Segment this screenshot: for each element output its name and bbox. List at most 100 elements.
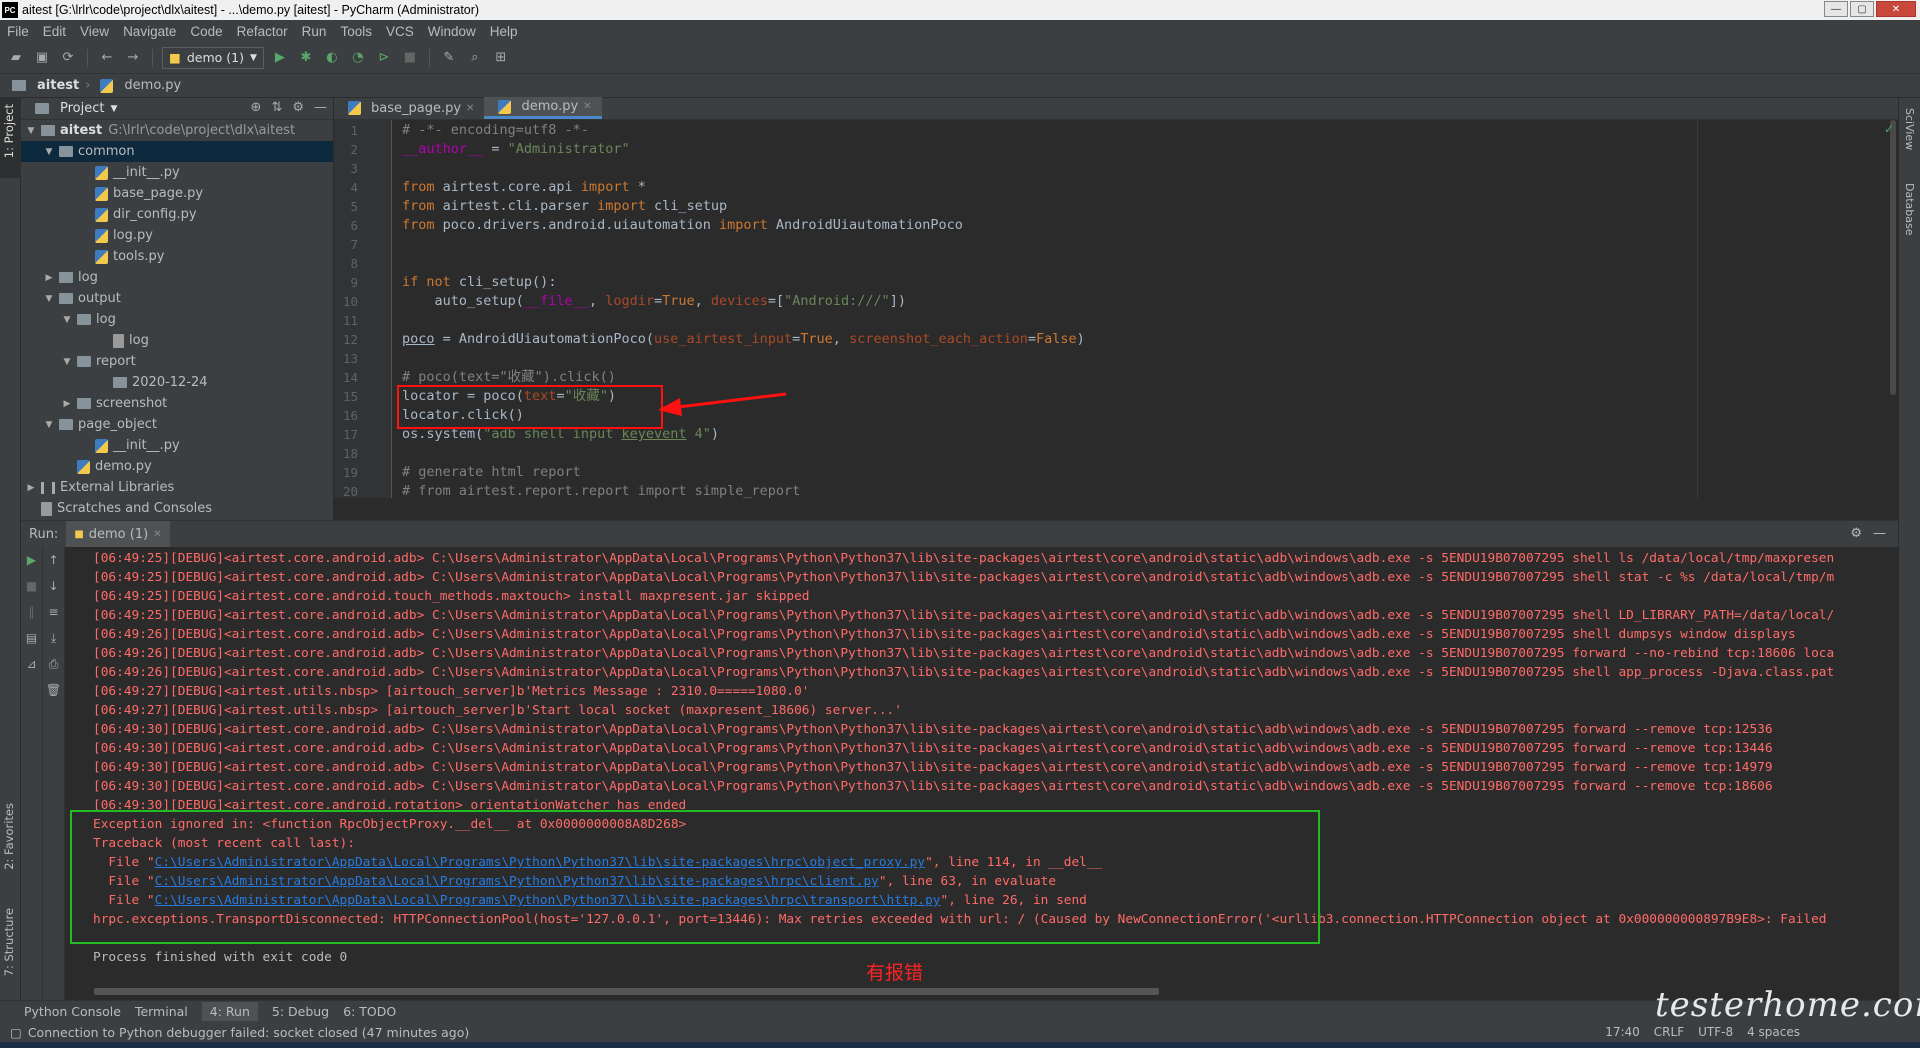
bottom-tab-6-todo[interactable]: 6: TODO	[343, 1004, 396, 1019]
back-icon[interactable]: ←	[97, 48, 117, 68]
project-tool-tab[interactable]: 1: Project	[2, 104, 16, 158]
tree-item[interactable]: base_page.py	[21, 183, 333, 204]
editor-tab[interactable]: base_page.py ✕	[334, 97, 484, 119]
tree-item[interactable]: ▶ screenshot	[21, 393, 333, 414]
chevron-down-icon[interactable]: ▼	[61, 315, 73, 325]
sync-icon[interactable]: ⟳	[58, 48, 78, 68]
debug-icon[interactable]: ✱	[296, 48, 316, 68]
gear-icon[interactable]: ⚙	[292, 100, 304, 115]
concurrency-icon[interactable]: ⊳	[374, 48, 394, 68]
menu-item-vcs[interactable]: VCS	[379, 24, 421, 39]
menu-item-edit[interactable]: Edit	[36, 24, 73, 39]
stop-icon[interactable]: ■	[400, 48, 420, 68]
close-icon[interactable]: ✕	[466, 103, 474, 114]
run-icon[interactable]: ▶	[270, 48, 290, 68]
gear-icon[interactable]: ⚙	[1850, 526, 1862, 541]
breadcrumb-project[interactable]: aitest	[37, 78, 79, 93]
sciview-tool-tab[interactable]: SciView	[1903, 108, 1916, 150]
project-panel-title[interactable]: Project	[60, 101, 104, 116]
chevron-down-icon[interactable]: ▼	[43, 147, 55, 157]
translate-icon[interactable]: ⊞	[491, 48, 511, 68]
tree-item[interactable]: __init__.py	[21, 435, 333, 456]
database-tool-tab[interactable]: Database	[1903, 183, 1916, 236]
tree-item[interactable]: demo.py	[21, 456, 333, 477]
forward-icon[interactable]: →	[123, 48, 143, 68]
tree-item[interactable]: dir_config.py	[21, 204, 333, 225]
run-tab[interactable]: ■ demo (1) ✕	[66, 521, 170, 547]
tree-item[interactable]: ▼ common	[21, 141, 333, 162]
cursor-position[interactable]: 17:40	[1605, 1025, 1640, 1039]
tree-item[interactable]: ▶ External Libraries	[21, 477, 333, 498]
menu-item-run[interactable]: Run	[295, 24, 334, 39]
pin-icon[interactable]: ⊿	[21, 651, 42, 677]
down-icon[interactable]: ↓	[43, 573, 64, 599]
tree-item[interactable]: ▼ report	[21, 351, 333, 372]
hide-icon[interactable]: —	[314, 100, 327, 115]
collapse-icon[interactable]: ⇅	[271, 100, 282, 115]
locate-icon[interactable]: ⊕	[251, 100, 262, 115]
pause-icon[interactable]: ‖	[21, 599, 42, 625]
coverage-icon[interactable]: ◐	[322, 48, 342, 68]
bottom-tab-4-run[interactable]: 4: Run	[201, 1002, 258, 1021]
menu-item-refactor[interactable]: Refactor	[230, 24, 295, 39]
chevron-right-icon[interactable]: ▶	[61, 399, 73, 409]
console-scrollbar[interactable]	[94, 988, 1159, 995]
tree-item[interactable]: ▼ log	[21, 309, 333, 330]
tree-item[interactable]: Scratches and Consoles	[21, 498, 333, 519]
editor-tab[interactable]: demo.py ✕	[484, 97, 602, 119]
menu-item-file[interactable]: File	[0, 24, 36, 39]
editor-scrollbar[interactable]	[1890, 120, 1896, 395]
maximize-button[interactable]: ▢	[1850, 1, 1874, 17]
menu-item-navigate[interactable]: Navigate	[116, 24, 183, 39]
print-icon[interactable]: ⎙	[43, 651, 64, 677]
run-config-select[interactable]: ■ demo (1) ▼	[162, 46, 264, 69]
menu-item-tools[interactable]: Tools	[333, 24, 379, 39]
file-encoding[interactable]: UTF-8	[1698, 1025, 1733, 1039]
minimize-button[interactable]: —	[1824, 1, 1848, 17]
rerun-icon[interactable]: ▶	[21, 547, 42, 573]
tree-item[interactable]: ▶ log	[21, 267, 333, 288]
tree-item[interactable]: ▼ output	[21, 288, 333, 309]
hide-icon[interactable]: —	[1873, 526, 1886, 541]
chevron-down-icon[interactable]: ▼	[43, 420, 55, 430]
profile-icon[interactable]: ◔	[348, 48, 368, 68]
status-message[interactable]: Connection to Python debugger failed: so…	[28, 1025, 469, 1040]
tree-item[interactable]: tools.py	[21, 246, 333, 267]
tree-item[interactable]: ▼ page_object	[21, 414, 333, 435]
menu-item-view[interactable]: View	[73, 24, 116, 39]
line-separator[interactable]: CRLF	[1654, 1025, 1684, 1039]
chevron-down-icon[interactable]: ▼	[25, 126, 37, 136]
bottom-tab-terminal[interactable]: Terminal	[135, 1004, 188, 1019]
menu-item-code[interactable]: Code	[183, 24, 229, 39]
trash-icon[interactable]: 🗑	[43, 677, 64, 703]
soft-wrap-icon[interactable]: ≡	[43, 599, 64, 625]
bottom-tab-python-console[interactable]: Python Console	[24, 1004, 121, 1019]
breadcrumb-file[interactable]: demo.py	[124, 78, 181, 93]
indent-setting[interactable]: 4 spaces	[1747, 1025, 1800, 1039]
chevron-down-icon[interactable]: ▼	[110, 104, 117, 114]
favorites-tool-tab[interactable]: 2: Favorites	[2, 803, 16, 870]
scroll-end-icon[interactable]: ⤓	[43, 625, 64, 651]
save-icon[interactable]: ▣	[32, 48, 52, 68]
layout-icon[interactable]: ▤	[21, 625, 42, 651]
chevron-right-icon[interactable]: ▶	[25, 483, 37, 493]
tree-item[interactable]: log.py	[21, 225, 333, 246]
chevron-down-icon[interactable]: ▼	[61, 357, 73, 367]
close-icon[interactable]: ✕	[153, 529, 161, 540]
tree-item[interactable]: 2020-12-24	[21, 372, 333, 393]
bottom-tab-5-debug[interactable]: 5: Debug	[272, 1004, 329, 1019]
close-icon[interactable]: ✕	[583, 101, 591, 112]
tree-item[interactable]: __init__.py	[21, 162, 333, 183]
chevron-down-icon[interactable]: ▼	[43, 294, 55, 304]
close-button[interactable]: ✕	[1876, 1, 1916, 17]
chevron-right-icon[interactable]: ▶	[43, 273, 55, 283]
wrench-icon[interactable]: ✎	[439, 48, 459, 68]
open-folder-icon[interactable]: ▰	[6, 48, 26, 68]
menu-item-help[interactable]: Help	[483, 24, 525, 39]
menu-item-window[interactable]: Window	[421, 24, 483, 39]
tree-root[interactable]: ▼ aitest G:\lrlr\code\project\dlx\aitest	[21, 120, 333, 141]
search-icon[interactable]: ⌕	[465, 48, 485, 68]
stop-icon[interactable]: ■	[21, 573, 42, 599]
tree-item[interactable]: log	[21, 330, 333, 351]
structure-tool-tab[interactable]: 7: Structure	[2, 908, 16, 976]
